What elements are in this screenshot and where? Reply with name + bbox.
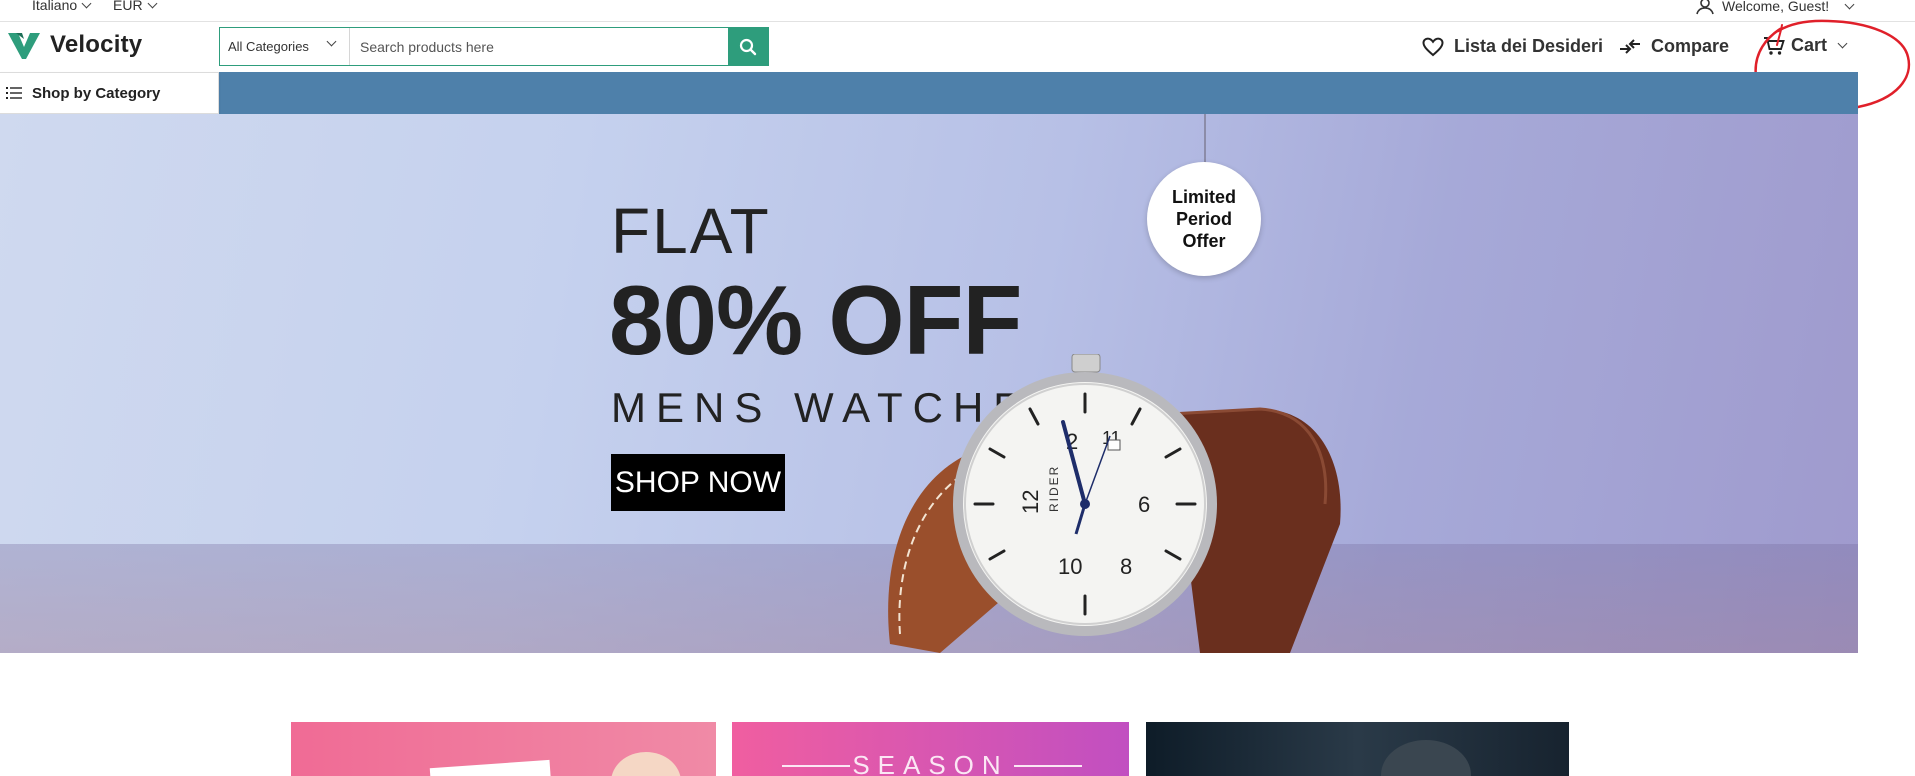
svg-text:8: 8 xyxy=(1120,554,1132,579)
promo-model-image xyxy=(611,752,681,776)
compare-link[interactable]: Compare xyxy=(1619,36,1729,57)
category-select-value: All Categories xyxy=(228,39,309,54)
navigation-bar xyxy=(219,72,1858,114)
tag-line-2: Period xyxy=(1175,209,1232,229)
promo-card-shape xyxy=(429,759,553,776)
logo-text: Velocity xyxy=(50,31,143,58)
tag-string xyxy=(1204,114,1206,164)
currency-label: EUR xyxy=(113,0,143,13)
banner-line-1: FLAT xyxy=(611,195,771,267)
promo-tile-2[interactable]: SEASON xyxy=(732,722,1129,776)
limited-offer-tag: Limited Period Offer xyxy=(1147,162,1261,276)
chevron-down-icon xyxy=(326,36,337,47)
heart-icon xyxy=(1422,37,1444,56)
shop-now-button[interactable]: SHOP NOW xyxy=(611,454,785,511)
chevron-down-icon xyxy=(1844,0,1855,9)
chevron-down-icon xyxy=(81,0,92,8)
site-logo[interactable]: Velocity xyxy=(8,29,142,61)
account-menu[interactable]: Welcome, Guest! xyxy=(1695,0,1855,15)
tag-line-3: Offer xyxy=(1182,231,1226,251)
search-input[interactable] xyxy=(350,28,728,65)
svg-text:10: 10 xyxy=(1058,554,1082,579)
compare-label: Compare xyxy=(1651,36,1730,56)
hero-banner[interactable]: FLAT 80% OFF MENS WATCHES SHOP NOW Limit… xyxy=(0,114,1858,653)
chevron-down-icon xyxy=(147,0,158,8)
shop-by-category-label: Shop by Category xyxy=(32,84,161,102)
wishlist-link[interactable]: Lista dei Desideri xyxy=(1422,36,1603,57)
watch-image: 2 12 6 10 8 11 RIDER xyxy=(888,354,1341,653)
promo-tile-3[interactable] xyxy=(1146,722,1569,776)
compare-arrows-icon xyxy=(1620,38,1640,54)
svg-text:12: 12 xyxy=(1018,490,1043,514)
welcome-text: Welcome, Guest! xyxy=(1722,0,1830,14)
wishlist-label: Lista dei Desideri xyxy=(1454,36,1604,56)
promo-model-image xyxy=(1381,740,1471,776)
list-icon xyxy=(6,87,22,99)
user-icon xyxy=(1696,0,1714,15)
promo-season-text: SEASON xyxy=(852,750,1009,776)
watch-brand: RIDER xyxy=(1047,465,1061,512)
search-bar: All Categories xyxy=(219,27,769,66)
category-select[interactable]: All Categories xyxy=(220,28,350,65)
svg-text:6: 6 xyxy=(1138,492,1150,517)
promo-tile-1[interactable] xyxy=(291,722,716,776)
shop-by-category-button[interactable]: Shop by Category xyxy=(0,72,219,114)
search-button[interactable] xyxy=(728,28,768,65)
velocity-logo-icon xyxy=(8,33,40,59)
tag-line-1: Limited xyxy=(1171,187,1236,207)
currency-selector[interactable]: EUR xyxy=(113,0,158,13)
top-bar: Italiano EUR Welcome, Guest! xyxy=(0,0,1915,22)
season-rule-right xyxy=(1014,765,1082,767)
language-label: Italiano xyxy=(32,0,78,13)
search-icon xyxy=(739,38,757,55)
language-selector[interactable]: Italiano xyxy=(32,0,92,13)
